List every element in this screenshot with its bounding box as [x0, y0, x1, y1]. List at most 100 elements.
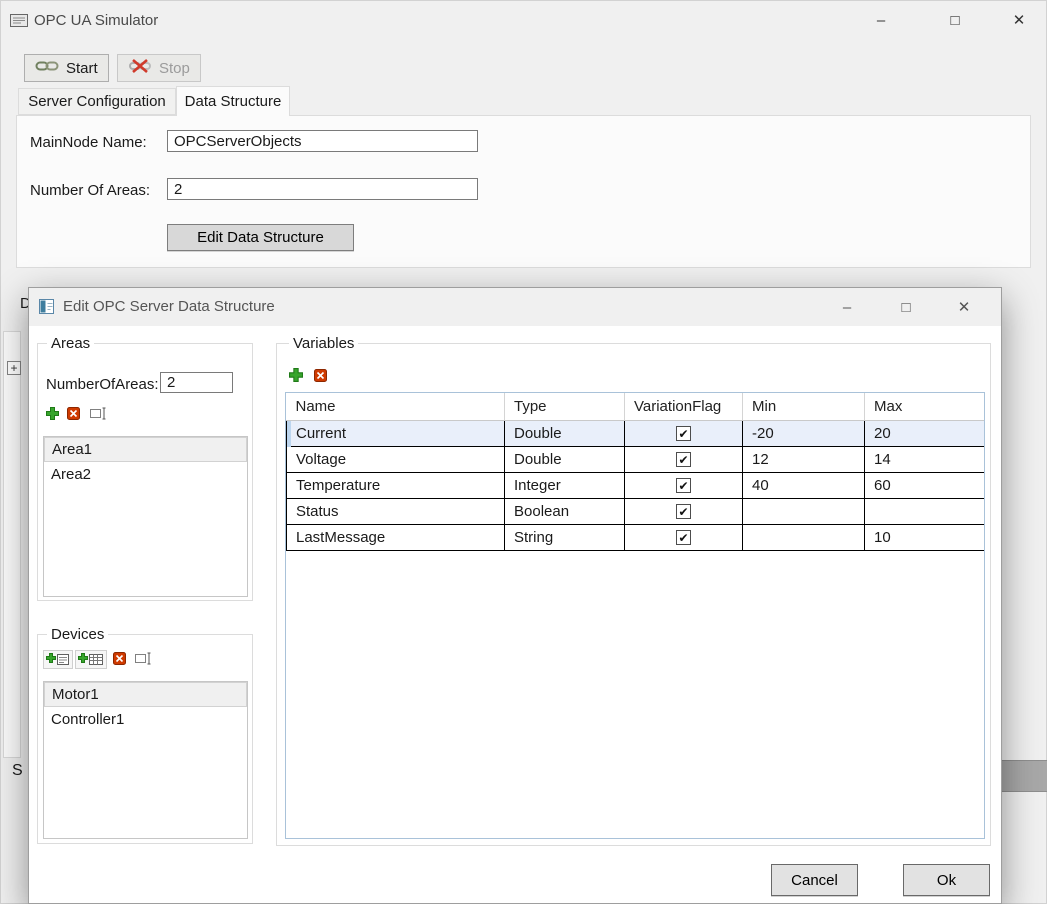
device-list-item-label: Motor1: [52, 686, 99, 703]
add-area-icon[interactable]: [46, 407, 59, 420]
edit-data-structure-dialog: Edit OPC Server Data Structure – □ ✕ Are…: [28, 287, 1002, 904]
edit-data-structure-label: Edit Data Structure: [197, 229, 324, 246]
cell-max[interactable]: 60: [865, 472, 985, 498]
background-text-fragment: S: [12, 762, 23, 780]
edit-data-structure-button[interactable]: Edit Data Structure: [167, 224, 354, 251]
device-list-item-label: Controller1: [51, 711, 124, 728]
areas-group-label: Areas: [47, 335, 94, 352]
tab-server-configuration[interactable]: Server Configuration: [18, 88, 176, 115]
cell-name[interactable]: Current: [287, 420, 505, 446]
maximize-button[interactable]: □: [930, 0, 980, 40]
cell-type[interactable]: Integer: [505, 472, 625, 498]
cell-name[interactable]: Voltage: [287, 446, 505, 472]
cell-variationflag: ✔: [625, 498, 743, 524]
dialog-titlebar: Edit OPC Server Data Structure – □ ✕: [29, 288, 1001, 326]
area-list-item[interactable]: Area1: [44, 437, 247, 462]
main-window-title: OPC UA Simulator: [34, 12, 158, 29]
variables-grid: Name Type VariationFlag Min Max Current …: [285, 392, 985, 839]
dialog-maximize-button[interactable]: □: [884, 288, 928, 326]
maximize-icon: □: [950, 12, 959, 29]
cell-min[interactable]: [743, 498, 865, 524]
dialog-maximize-icon: □: [901, 299, 910, 316]
tab-data-structure-label: Data Structure: [185, 93, 282, 110]
delete-area-icon[interactable]: [67, 407, 80, 420]
chain-link-icon: [35, 59, 59, 77]
dialog-minimize-button[interactable]: –: [825, 288, 869, 326]
variation-checkbox[interactable]: ✔: [676, 478, 691, 493]
column-header-max[interactable]: Max: [865, 393, 985, 420]
device-list-item[interactable]: Controller1: [44, 707, 247, 732]
broken-chain-icon: [128, 58, 152, 78]
cell-min[interactable]: -20: [743, 420, 865, 446]
devices-group-label: Devices: [47, 626, 108, 643]
dialog-minimize-icon: –: [843, 299, 851, 316]
stop-button[interactable]: Stop: [117, 54, 201, 82]
numberofareas-label: NumberOfAreas:: [46, 376, 159, 393]
add-variable-icon[interactable]: [289, 368, 303, 382]
start-button[interactable]: Start: [24, 54, 109, 82]
column-header-type[interactable]: Type: [505, 393, 625, 420]
cell-type[interactable]: Double: [505, 420, 625, 446]
cell-name[interactable]: Status: [287, 498, 505, 524]
cell-max[interactable]: 14: [865, 446, 985, 472]
ok-button[interactable]: Ok: [903, 864, 990, 896]
background-panel-fragment: +: [3, 331, 21, 758]
variation-checkbox[interactable]: ✔: [676, 426, 691, 441]
mainnode-name-label: MainNode Name:: [30, 134, 147, 151]
app-icon: [10, 14, 28, 32]
background-button-fragment: [1002, 760, 1047, 792]
variation-checkbox[interactable]: ✔: [676, 452, 691, 467]
numberofareas-input[interactable]: [160, 372, 233, 393]
cell-name[interactable]: LastMessage: [287, 524, 505, 550]
delete-device-icon[interactable]: [113, 652, 126, 665]
area-list-item[interactable]: Area2: [44, 462, 247, 487]
tab-server-configuration-label: Server Configuration: [28, 93, 166, 110]
minimize-button[interactable]: –: [856, 0, 906, 40]
areas-groupbox: Areas NumberOfAreas: Area1 Area2: [37, 343, 253, 601]
dialog-close-icon: ✕: [958, 298, 971, 316]
cell-max[interactable]: 20: [865, 420, 985, 446]
dialog-close-button[interactable]: ✕: [942, 288, 986, 326]
cell-min[interactable]: 40: [743, 472, 865, 498]
cell-variationflag: ✔: [625, 420, 743, 446]
cell-max[interactable]: 10: [865, 524, 985, 550]
rename-device-icon[interactable]: [135, 652, 153, 665]
table-row: Current Double ✔ -20 20: [287, 420, 985, 446]
tree-expand-icon[interactable]: +: [7, 361, 21, 375]
cell-name[interactable]: Temperature: [287, 472, 505, 498]
cell-type[interactable]: Double: [505, 446, 625, 472]
number-of-areas-input[interactable]: [167, 178, 478, 200]
cell-min[interactable]: 12: [743, 446, 865, 472]
close-button[interactable]: ✕: [991, 0, 1047, 40]
main-titlebar: OPC UA Simulator – □ ✕: [0, 0, 1047, 42]
area-list-item-label: Area1: [52, 441, 92, 458]
table-row: Status Boolean ✔: [287, 498, 985, 524]
dialog-title: Edit OPC Server Data Structure: [63, 298, 275, 315]
cell-type[interactable]: String: [505, 524, 625, 550]
opc-ua-simulator-window: OPC UA Simulator – □ ✕ Start Stop Server…: [0, 0, 1047, 904]
add-device-table-icon[interactable]: [75, 650, 107, 669]
delete-variable-icon[interactable]: [314, 369, 327, 382]
column-header-name[interactable]: Name: [287, 393, 505, 420]
cell-type[interactable]: Boolean: [505, 498, 625, 524]
variables-groupbox: Variables Name Type VariationFlag Min: [276, 343, 991, 846]
column-header-variationflag[interactable]: VariationFlag: [625, 393, 743, 420]
column-header-min[interactable]: Min: [743, 393, 865, 420]
rename-area-icon[interactable]: [90, 407, 108, 420]
table-row: LastMessage String ✔ 10: [287, 524, 985, 550]
cell-min[interactable]: [743, 524, 865, 550]
tab-data-structure[interactable]: Data Structure: [176, 86, 290, 116]
variation-checkbox[interactable]: ✔: [676, 504, 691, 519]
device-list-item[interactable]: Motor1: [44, 682, 247, 707]
cancel-button-label: Cancel: [791, 872, 838, 889]
mainnode-name-input[interactable]: [167, 130, 478, 152]
area-list-item-label: Area2: [51, 466, 91, 483]
variation-checkbox[interactable]: ✔: [676, 530, 691, 545]
add-device-icon[interactable]: [43, 650, 73, 669]
cancel-button[interactable]: Cancel: [771, 864, 858, 896]
areas-listbox: Area1 Area2: [43, 436, 248, 597]
ok-button-label: Ok: [937, 872, 956, 889]
stop-button-label: Stop: [159, 60, 190, 77]
close-icon: ✕: [1013, 11, 1026, 29]
cell-max[interactable]: [865, 498, 985, 524]
